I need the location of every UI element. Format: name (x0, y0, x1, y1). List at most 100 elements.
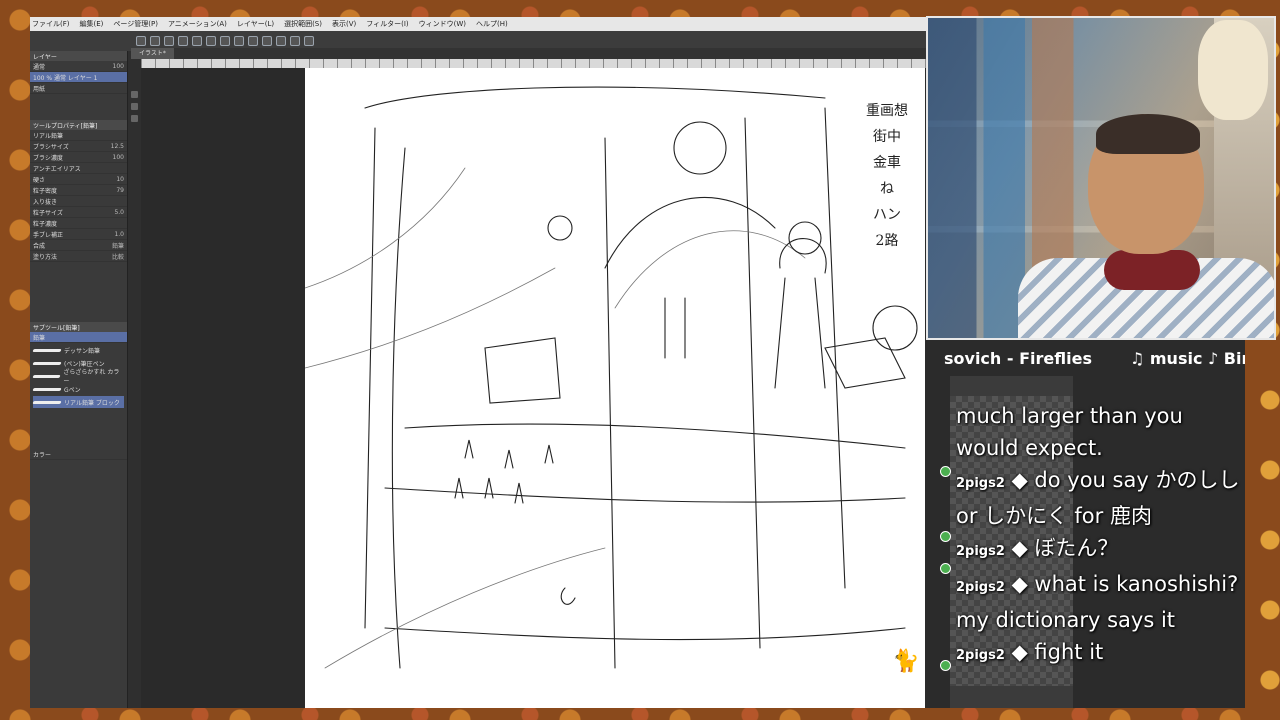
brush-preview (32, 348, 62, 352)
annotation-line: ね (880, 181, 894, 197)
new-icon[interactable] (136, 36, 146, 46)
menu-layer[interactable]: レイヤー(L) (237, 17, 274, 31)
print-icon[interactable] (178, 36, 188, 46)
annotation-line: 金車 (873, 155, 901, 171)
chat-username: 2pigs2 (956, 476, 1005, 491)
layer-item-paper[interactable]: 用紙 (30, 83, 127, 94)
property-label: 粒子密度 (33, 187, 58, 195)
property-value[interactable]: 5.0 (114, 209, 124, 216)
chat-message: much larger than you would expect. (956, 400, 1241, 464)
menu-window[interactable]: ウィンドウ(W) (419, 17, 466, 31)
property-value[interactable]: 比較 (112, 252, 124, 261)
subtool-panel-title: サブツール[鉛筆] (30, 322, 127, 332)
menu-help[interactable]: ヘルプ(H) (476, 17, 508, 31)
chat-overlay: much larger than you would expect. 2pigs… (956, 400, 1241, 672)
invert-selection-icon[interactable] (262, 36, 272, 46)
menu-view[interactable]: 表示(V) (332, 17, 356, 31)
menu-file[interactable]: ファイル(F) (32, 17, 70, 31)
ruler-icon[interactable] (276, 36, 286, 46)
chat-text: fight it (1034, 640, 1104, 664)
menu-animation[interactable]: アニメーション(A) (168, 17, 227, 31)
cat-sprite-icon: 🐈 (892, 649, 920, 674)
chat-message: 2pigs2 ◆ do you say かのしし or しかにく for 鹿肉 (956, 468, 1240, 528)
property-row[interactable]: 粒子濃度 (30, 218, 127, 229)
panel-toggle-icon[interactable] (131, 91, 138, 98)
chat-badge-icon (940, 466, 951, 477)
property-label: 硬さ (33, 176, 46, 184)
chat-badge-icon (940, 660, 951, 671)
snap-icon[interactable] (290, 36, 300, 46)
chat-message: 2pigs2 ◆ fight it (956, 640, 1104, 664)
property-row[interactable]: 粒子密度 79 (30, 185, 127, 196)
property-row[interactable]: 硬さ 10 (30, 174, 127, 185)
chat-username: 2pigs2 (956, 648, 1005, 663)
property-label: 合成 (33, 242, 46, 250)
clear-icon[interactable] (220, 36, 230, 46)
open-icon[interactable] (150, 36, 160, 46)
property-row[interactable]: 手ブレ補正 1.0 (30, 229, 127, 240)
property-label: 手ブレ補正 (33, 231, 64, 239)
chat-username: 2pigs2 (956, 544, 1005, 559)
ticker-song: sovich - Fireflies (944, 349, 1092, 368)
chat-message: 2pigs2 ◆ ぼたん？ (956, 536, 1119, 560)
blend-mode-row[interactable]: 通常 100 (30, 61, 127, 72)
layer-paper-label: 用紙 (33, 85, 46, 93)
brush-preview (32, 387, 62, 391)
property-row[interactable]: 入り抜き (30, 196, 127, 207)
chat-text: much larger than you would expect. (956, 404, 1183, 460)
property-value[interactable]: 10 (116, 176, 124, 183)
property-value[interactable]: 1.0 (114, 231, 124, 238)
brush-item[interactable]: デッサン鉛筆 (32, 344, 124, 356)
property-value[interactable]: 79 (116, 187, 124, 194)
brush-item[interactable]: リアル鉛筆 ブロック (32, 396, 124, 408)
panel-toggle-icon[interactable] (131, 103, 138, 110)
menu-filter[interactable]: フィルター(I) (366, 17, 408, 31)
property-label: ブラシサイズ (33, 143, 69, 151)
drawing-canvas[interactable]: 重画想 街中 金車 ね ハン 2路 (305, 68, 925, 708)
property-row[interactable]: アンチエイリアス (30, 163, 127, 174)
redo-icon[interactable] (206, 36, 216, 46)
panel-toggle-icon[interactable] (131, 115, 138, 122)
property-row[interactable]: 合成 鉛筆 (30, 240, 127, 251)
now-playing-ticker: sovich - Fireflies ♫ music ♪ Bin (944, 348, 1245, 370)
sketch-annotation: 重画想 街中 金車 ね ハン 2路 (855, 98, 919, 254)
plush-toy (1198, 20, 1268, 120)
panel-icon-column (128, 51, 141, 708)
brush-label: リアル鉛筆 ブロック (64, 399, 120, 407)
layer-opacity-value[interactable]: 100 (113, 63, 124, 70)
transform-icon[interactable] (234, 36, 244, 46)
left-panel: レイヤー 通常 100 100 % 通常 レイヤー 1 用紙 ツールプロパティ[… (30, 51, 128, 708)
property-value[interactable]: 鉛筆 (112, 241, 124, 250)
menu-page[interactable]: ページ管理(P) (113, 17, 158, 31)
brush-label: Gペン (64, 386, 81, 394)
property-row[interactable]: ブラシ濃度 100 (30, 152, 127, 163)
undo-icon[interactable] (192, 36, 202, 46)
deselect-icon[interactable] (248, 36, 258, 46)
brush-preview (32, 374, 61, 378)
save-icon[interactable] (164, 36, 174, 46)
property-row[interactable]: 粒子サイズ 5.0 (30, 207, 127, 218)
annotation-line: ハン (873, 207, 901, 223)
help-icon[interactable] (304, 36, 314, 46)
menu-edit[interactable]: 編集(E) (80, 17, 104, 31)
color-panel-row[interactable]: カラー (30, 449, 127, 460)
subtool-tab-label: 鉛筆 (33, 334, 46, 342)
blend-mode-select[interactable]: 通常 (33, 62, 45, 71)
layer-panel-title: レイヤー (30, 51, 127, 61)
brush-name-row: リアル鉛筆 (30, 130, 127, 141)
property-row[interactable]: ブラシサイズ 12.5 (30, 141, 127, 152)
layer-1-label: 100 % 通常 レイヤー 1 (33, 74, 98, 82)
property-label: 粒子濃度 (33, 220, 58, 228)
property-row[interactable]: 塗り方法 比較 (30, 251, 127, 262)
subtool-tab-pencil[interactable]: 鉛筆 (30, 332, 127, 343)
document-tab[interactable]: イラスト* (131, 48, 174, 59)
property-label: 入り抜き (33, 198, 58, 206)
brush-item[interactable]: ざらざらかすれ カラー (32, 369, 124, 385)
menu-selection[interactable]: 選択範囲(S) (284, 17, 322, 31)
chat-badge-icon (940, 563, 951, 574)
chat-username: 2pigs2 (956, 580, 1005, 595)
property-value[interactable]: 12.5 (111, 143, 124, 150)
layer-item-1[interactable]: 100 % 通常 レイヤー 1 (30, 72, 127, 83)
property-value[interactable]: 100 (113, 154, 124, 161)
brush-label: ざらざらかすれ カラー (63, 369, 120, 385)
